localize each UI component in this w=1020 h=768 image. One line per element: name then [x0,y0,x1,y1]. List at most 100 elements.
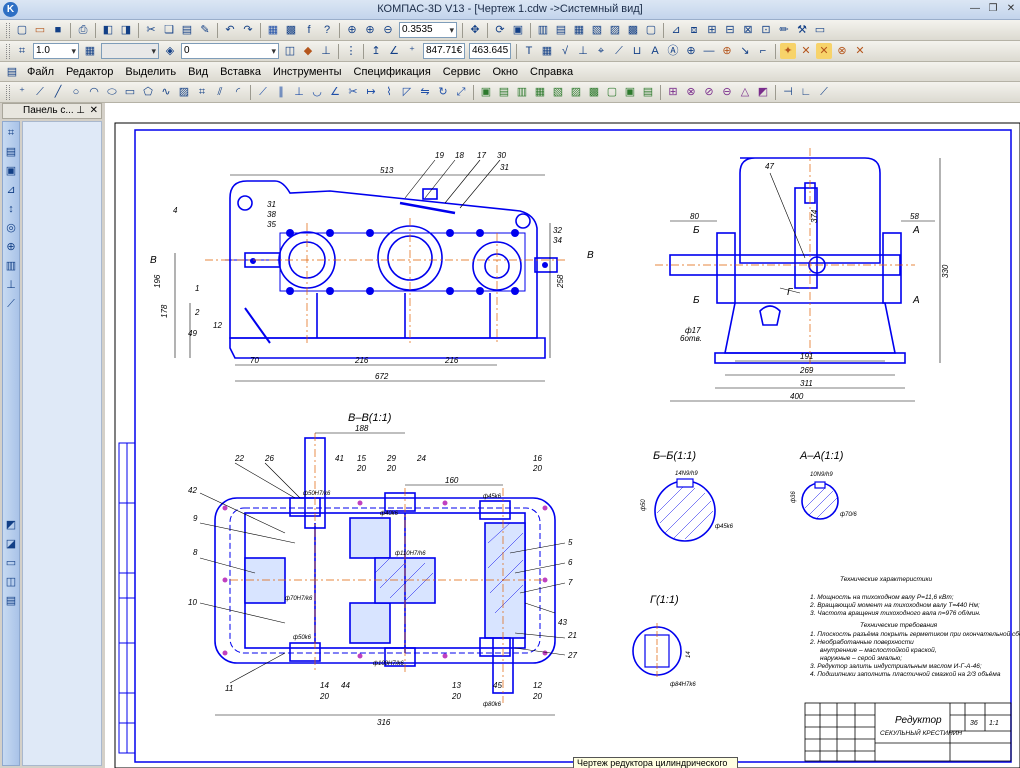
menu-file[interactable]: Файл [21,62,60,81]
print-icon[interactable]: ⎙ [75,22,91,38]
zoom-field[interactable]: 0.3535 [399,22,457,38]
variables-icon[interactable]: ▦ [571,22,587,38]
object-tab-icon[interactable]: ◫ [3,574,19,590]
snap-icon[interactable]: ◆ [300,43,316,59]
cut-icon[interactable]: ✂ [143,22,159,38]
save-icon[interactable]: ■ [50,22,66,38]
redo-icon[interactable]: ↷ [240,22,256,38]
properties-icon[interactable]: ▦ [265,22,281,38]
axis-icon[interactable]: ⊕ [683,43,699,59]
menu-insert[interactable]: Вставка [214,62,267,81]
snap-mid-icon[interactable]: ✕ [816,43,832,59]
paste-icon[interactable]: ▤ [179,22,195,38]
library-icon[interactable]: ▩ [283,22,299,38]
param-icon[interactable]: ⊞ [665,84,681,100]
layers-icon[interactable]: ▤ [553,22,569,38]
point-icon[interactable]: ⁺ [14,84,30,100]
break-icon[interactable]: ⌇ [381,84,397,100]
menu-tools[interactable]: Инструменты [267,62,348,81]
bisector-icon[interactable]: ∠ [327,84,343,100]
spec-tab-icon[interactable]: ▥ [3,258,19,274]
menu-editor[interactable]: Редактор [60,62,119,81]
menu-select[interactable]: Выделить [119,62,182,81]
view-arrow-icon[interactable]: A [647,43,663,59]
close-icon[interactable]: ✕ [1004,2,1018,16]
dim-chain-icon[interactable]: ▩ [586,84,602,100]
menu-view[interactable]: Вид [182,62,214,81]
trim-icon[interactable]: ✂ [345,84,361,100]
dimension-icon[interactable]: ⊞ [704,22,720,38]
dim-break-icon[interactable]: ▣ [622,84,638,100]
layer-state-icon[interactable]: ◫ [282,43,298,59]
leader-icon[interactable]: ⟋ [611,43,627,59]
preview-icon[interactable]: ◧ [100,22,116,38]
pan-icon[interactable]: ✥ [467,22,483,38]
snap-intersect-icon[interactable]: ✕ [852,43,868,59]
dim-arc-icon[interactable]: ▨ [568,84,584,100]
mark-icon[interactable]: ⊔ [629,43,645,59]
fix-icon[interactable]: ⊗ [683,84,699,100]
measure-angle-icon[interactable]: ∟ [798,84,814,100]
select-icon[interactable]: ⊡ [758,22,774,38]
measure-tab-icon[interactable]: ◎ [3,220,19,236]
segment-tool-icon[interactable]: ⟋ [255,84,271,100]
ellipse-icon[interactable]: ⬭ [104,84,120,100]
contour-icon[interactable]: ⌗ [194,84,210,100]
scale-field[interactable]: 1.0 [33,43,79,59]
dim-diameter-icon[interactable]: ▦ [532,84,548,100]
refresh-icon[interactable]: ⟳ [492,22,508,38]
editing-tab-icon[interactable]: ⊿ [3,182,19,198]
rough-icon[interactable]: √ [557,43,573,59]
show-all-icon[interactable]: ▣ [510,22,526,38]
chamfer-icon[interactable]: ⌐ [755,43,771,59]
mirror-icon[interactable]: ⇋ [417,84,433,100]
arrow-icon[interactable]: ↘ [737,43,753,59]
link-icon[interactable]: ▨ [607,22,623,38]
extend-icon[interactable]: ↦ [363,84,379,100]
help-cursor-icon[interactable]: ? [319,22,335,38]
measure-icon[interactable]: ⧈ [686,22,702,38]
cursor-x-field[interactable]: 847.71€ [423,43,465,59]
coord-icon[interactable]: ⁺ [404,43,420,59]
measure-area-icon[interactable]: ⟋ [816,84,832,100]
measure-dist-icon[interactable]: ⊣ [780,84,796,100]
snap-end-icon[interactable]: ✕ [798,43,814,59]
drawing-canvas[interactable]: 513 19 18 17 30 31 31 38 35 32 34 412 49 12 178… [105,103,1020,768]
menu-service[interactable]: Сервис [437,62,487,81]
grid-toggle-icon[interactable]: ⋮ [343,43,359,59]
tangent-icon[interactable]: ◡ [309,84,325,100]
snap-point-icon[interactable]: ✦ [780,43,796,59]
geometry-icon[interactable]: ⊿ [668,22,684,38]
polygon-icon[interactable]: ⬠ [140,84,156,100]
menu-help[interactable]: Справка [524,62,579,81]
local-cs-field[interactable] [101,43,159,59]
ortho-mode-icon[interactable]: ↥ [368,43,384,59]
segment-icon[interactable]: ╱ [50,84,66,100]
insert-tab-icon[interactable]: ⟋ [3,296,19,312]
base-icon[interactable]: ⊥ [575,43,591,59]
editing-icon[interactable]: ⊟ [722,22,738,38]
zoom-out-icon[interactable]: ⊖ [380,22,396,38]
view-tab-icon[interactable]: ▭ [3,555,19,571]
aux-line-icon[interactable]: ⟋ [32,84,48,100]
scale-icon[interactable]: ⤢ [453,84,469,100]
chamfer-tool-icon[interactable]: ◸ [399,84,415,100]
table-icon[interactable]: ▦ [539,43,555,59]
view-manager-icon[interactable]: ▥ [535,22,551,38]
select-tab-icon[interactable]: ⊕ [3,239,19,255]
text-icon[interactable]: T [521,43,537,59]
section-icon[interactable]: Ⓐ [665,43,681,59]
pin-icon[interactable]: ⊥ [76,104,85,118]
restore-icon[interactable]: ❐ [986,2,1000,16]
equidistant-icon[interactable]: ⫽ [212,84,228,100]
rectangle-icon[interactable]: ▭ [122,84,138,100]
snap-center-icon[interactable]: ⊗ [834,43,850,59]
dim-text-icon[interactable]: ▤ [640,84,656,100]
reports-tab-icon[interactable]: ⊥ [3,277,19,293]
open-folder-icon[interactable]: ▭ [32,22,48,38]
designations-tab-icon[interactable]: ▣ [3,163,19,179]
parallel-icon[interactable]: ∥ [273,84,289,100]
minimize-icon[interactable]: — [968,2,982,16]
equal-icon[interactable]: ◩ [755,84,771,100]
layer-field[interactable]: 0 [181,43,279,59]
